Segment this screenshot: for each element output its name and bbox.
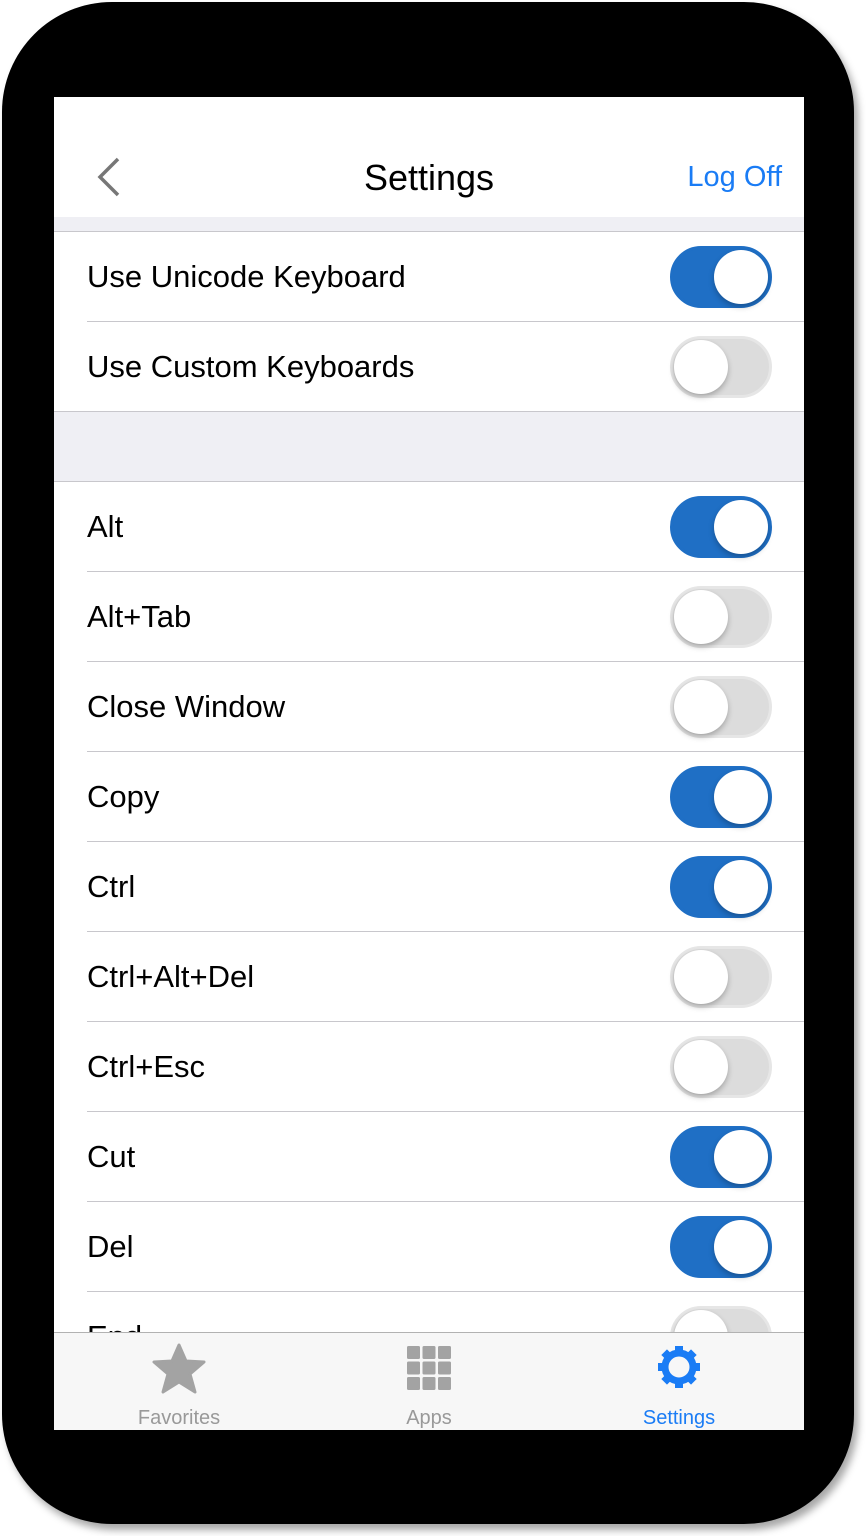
tab-bar: Favorites Apps Settings xyxy=(54,1332,804,1430)
setting-row: End xyxy=(54,1292,804,1332)
nav-bar: Settings Log Off xyxy=(54,97,804,217)
setting-row: Del xyxy=(54,1202,804,1292)
toggle-switch[interactable] xyxy=(670,496,772,558)
setting-label: Use Unicode Keyboard xyxy=(87,259,406,294)
setting-label: Ctrl+Esc xyxy=(87,1049,205,1084)
phone-frame: Settings Log Off Use Unicode Keyboard Us… xyxy=(2,2,854,1524)
toggle-knob xyxy=(674,680,728,734)
toggle-knob xyxy=(674,1310,728,1332)
toggle-switch[interactable] xyxy=(670,1306,772,1332)
tab-favorites[interactable]: Favorites xyxy=(54,1333,304,1430)
setting-row: Alt xyxy=(54,482,804,572)
tab-label: Apps xyxy=(406,1407,452,1429)
setting-row: Ctrl+Esc xyxy=(54,1022,804,1112)
setting-row: Ctrl xyxy=(54,842,804,932)
setting-label: Close Window xyxy=(87,689,286,724)
log-off-button[interactable]: Log Off xyxy=(687,161,782,194)
setting-label: Cut xyxy=(87,1139,136,1174)
toggle-knob xyxy=(674,340,728,394)
toggle-knob xyxy=(674,1040,728,1094)
setting-label: Del xyxy=(87,1229,134,1264)
toggle-switch[interactable] xyxy=(670,676,772,738)
toggle-knob xyxy=(714,860,768,914)
tab-settings[interactable]: Settings xyxy=(554,1333,804,1430)
divider xyxy=(54,411,804,412)
tab-label: Settings xyxy=(642,1407,716,1429)
toggle-knob xyxy=(714,500,768,554)
setting-row: Close Window xyxy=(54,662,804,752)
setting-label: Alt+Tab xyxy=(87,599,192,634)
setting-label: Use Custom Keyboards xyxy=(87,349,415,384)
tab-apps[interactable]: Apps xyxy=(304,1333,554,1430)
toggle-switch[interactable] xyxy=(670,946,772,1008)
setting-label: Alt xyxy=(87,509,124,544)
toggle-switch[interactable] xyxy=(670,1216,772,1278)
screen: Settings Log Off Use Unicode Keyboard Us… xyxy=(54,97,804,1430)
setting-row: Ctrl+Alt+Del xyxy=(54,932,804,1022)
toggle-switch[interactable] xyxy=(670,1036,772,1098)
setting-label: End xyxy=(87,1319,142,1332)
tab-label: Favorites xyxy=(137,1407,221,1429)
toggle-knob xyxy=(674,590,728,644)
toggle-switch[interactable] xyxy=(670,246,772,308)
toggle-knob xyxy=(714,1220,768,1274)
setting-label: Ctrl xyxy=(87,869,136,904)
setting-row: Use Unicode Keyboard xyxy=(54,232,804,322)
toggle-switch[interactable] xyxy=(670,856,772,918)
section-spacer xyxy=(54,412,804,482)
toggle-knob xyxy=(714,770,768,824)
toggle-switch[interactable] xyxy=(670,1126,772,1188)
setting-label: Copy xyxy=(87,779,160,814)
toggle-switch[interactable] xyxy=(670,336,772,398)
section-spacer xyxy=(54,217,804,232)
settings-list: Use Unicode Keyboard Use Custom Keyboard… xyxy=(54,232,804,1332)
setting-row: Use Custom Keyboards xyxy=(54,322,804,412)
toggle-knob xyxy=(714,1130,768,1184)
toggle-knob xyxy=(714,250,768,304)
toggle-switch[interactable] xyxy=(670,766,772,828)
setting-label: Ctrl+Alt+Del xyxy=(87,959,255,994)
setting-row: Copy xyxy=(54,752,804,842)
setting-row: Cut xyxy=(54,1112,804,1202)
toggle-knob xyxy=(674,950,728,1004)
setting-row: Alt+Tab xyxy=(54,572,804,662)
toggle-switch[interactable] xyxy=(670,586,772,648)
